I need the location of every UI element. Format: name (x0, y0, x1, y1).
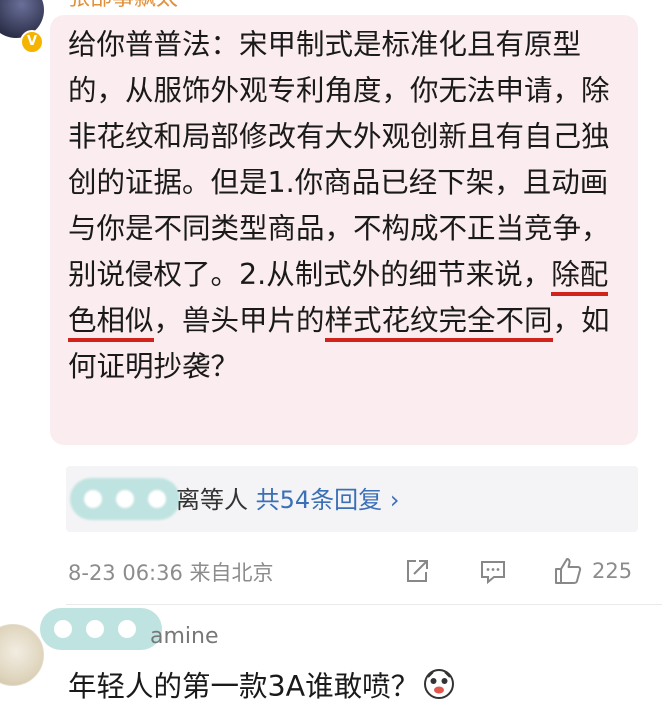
comment-icon (481, 561, 505, 585)
timestamp: 8-23 06:36 来自北京 (68, 561, 274, 585)
comment-text-part: ，兽头甲片的 (153, 304, 325, 337)
username[interactable]: 张部事飘太 (68, 0, 178, 12)
comment-text[interactable]: 给你普普法：宋甲制式是标准化且有原型的，从服饰外观专利角度，你无法申请，除非花纹… (68, 22, 628, 390)
reply-count[interactable]: 共54条回复 (256, 486, 383, 514)
like-icon (555, 558, 582, 584)
like-count: 225 (592, 559, 633, 583)
comment-text[interactable]: 年轻人的第一款3A谁敢喷？ (68, 664, 455, 710)
replies-link[interactable]: 离等人 共54条回复 › (176, 484, 399, 516)
comment-button[interactable] (478, 554, 508, 588)
share-icon (407, 560, 428, 582)
chevron-right-icon: › (389, 486, 400, 514)
replies-names: 离等人 (176, 486, 248, 514)
verified-badge-icon: V (20, 30, 44, 54)
divider (66, 604, 662, 605)
redacted-name-blur (70, 478, 180, 520)
like-button[interactable]: 225 (552, 554, 632, 588)
redacted-name-blur (40, 608, 162, 650)
comment-text-part: 年轻人的第一款3A谁敢喷？ (68, 670, 420, 703)
underlined-phrase: 样式花纹完全不同 (324, 304, 553, 342)
share-button[interactable] (402, 554, 432, 588)
username[interactable]: amine (150, 624, 219, 649)
avatar[interactable] (0, 624, 44, 686)
comment-text-part: 给你普普法：宋甲制式是标准化且有原型的，从服饰外观专利角度，你无法申请，除非花纹… (68, 28, 610, 291)
emoji-icon (424, 669, 455, 699)
